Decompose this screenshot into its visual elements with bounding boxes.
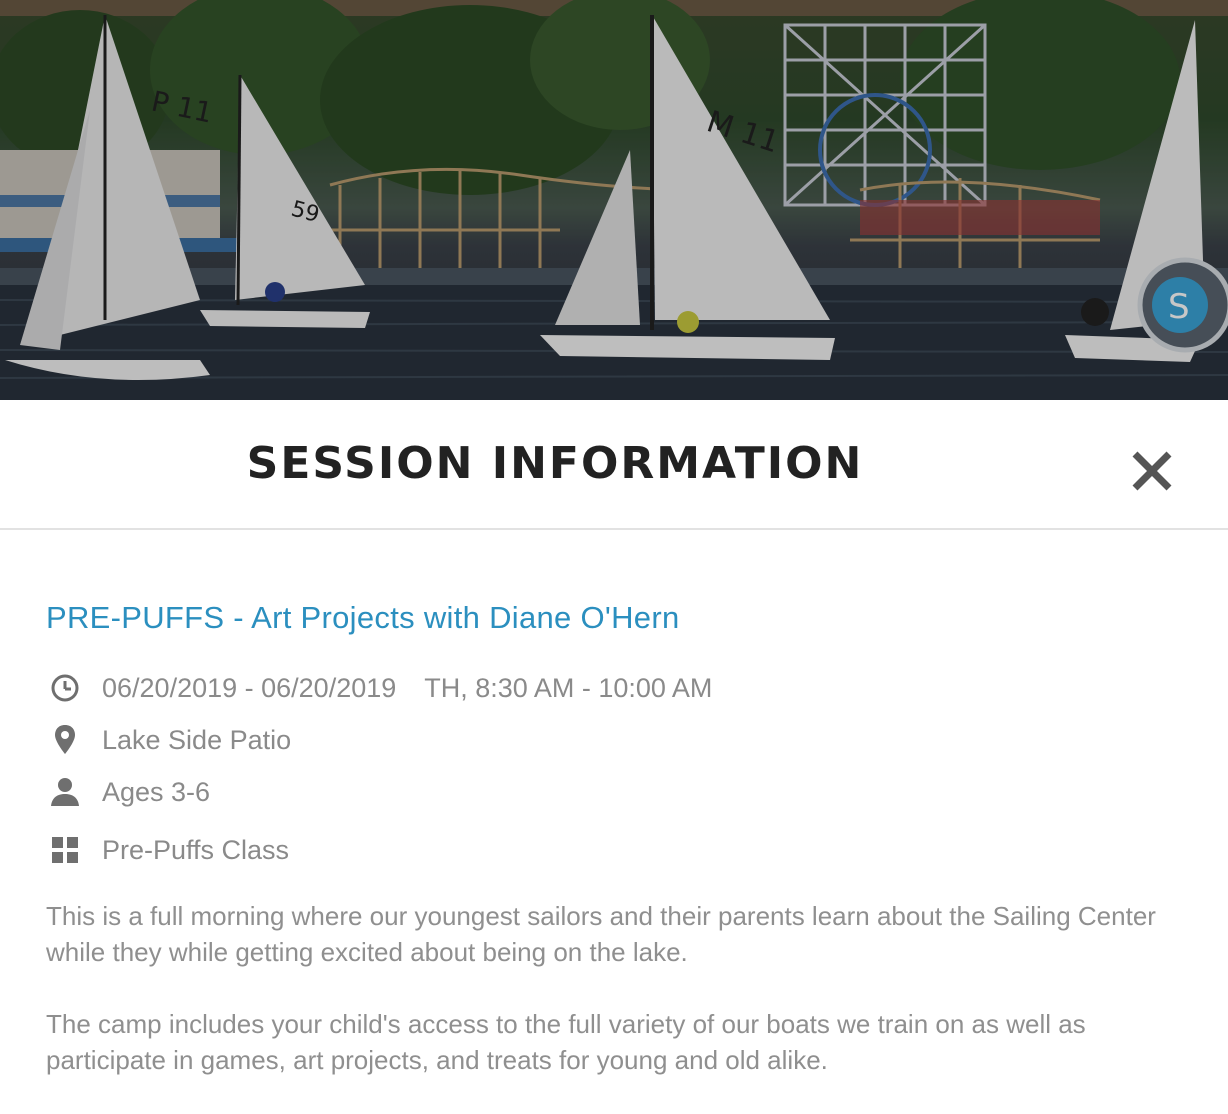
session-ages-row: Ages 3-6 [46, 772, 210, 812]
session-location: Lake Side Patio [102, 724, 292, 755]
person-icon [46, 773, 84, 811]
location-pin-icon [46, 721, 84, 759]
session-class-row: Pre-Puffs Class [46, 830, 289, 870]
description-paragraph-1: This is a full morning where our younges… [46, 901, 1156, 967]
session-location-row: Lake Side Patio [46, 720, 291, 760]
description-paragraph-2: The camp includes your child's access to… [46, 1009, 1086, 1075]
session-title: PRE-PUFFS - Art Projects with Diane O'He… [46, 600, 680, 635]
page-title: SESSION INFORMATION [246, 438, 864, 489]
session-modal: P 11 59 M 11 S SESSION INFORMATION PRE-P… [0, 0, 1228, 1114]
grid-icon [46, 831, 84, 869]
clock-icon [46, 669, 84, 707]
close-icon [1132, 451, 1172, 491]
hero-image: P 11 59 M 11 S [0, 0, 1228, 400]
session-datetime-row: 06/20/2019 - 06/20/2019 TH, 8:30 AM - 10… [46, 668, 712, 708]
session-class: Pre-Puffs Class [102, 834, 290, 865]
sailing-photo: P 11 59 M 11 S [0, 0, 1228, 400]
close-button[interactable] [1126, 448, 1178, 494]
modal-header: SESSION INFORMATION [0, 400, 1228, 530]
session-dates: 06/20/2019 - 06/20/2019 [102, 672, 397, 703]
session-schedule: TH, 8:30 AM - 10:00 AM [424, 672, 713, 703]
session-ages: Ages 3-6 [102, 776, 211, 807]
